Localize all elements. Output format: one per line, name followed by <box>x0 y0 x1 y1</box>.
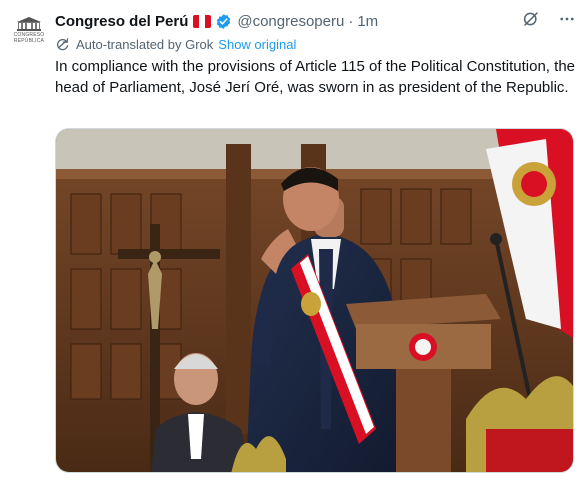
congress-logo-icon <box>17 17 41 31</box>
verified-badge-icon[interactable] <box>215 13 232 30</box>
avatar-caption-line2: REPÚBLICA <box>13 38 45 44</box>
separator-dot: · <box>348 12 354 30</box>
swearing-in-photo <box>56 129 573 472</box>
post-image[interactable] <box>55 128 574 473</box>
post-body: In compliance with the provisions of Art… <box>55 58 575 96</box>
grok-icon[interactable] <box>522 10 540 32</box>
header-actions <box>522 10 576 32</box>
translate-icon <box>57 37 69 50</box>
author-avatar[interactable]: CONGRESO REPÚBLICA <box>11 14 47 50</box>
post-header: Congreso del Perú @congresoperu · 1m <box>55 10 576 32</box>
more-options-icon[interactable] <box>558 10 576 32</box>
author-name[interactable]: Congreso del Perú <box>55 13 188 30</box>
author-handle[interactable]: @congresoperu <box>237 13 344 30</box>
peru-flag-icon <box>193 14 212 28</box>
translation-bar: Auto-translated by Grok Show original <box>55 35 296 53</box>
show-original-link[interactable]: Show original <box>218 37 296 52</box>
post-timestamp[interactable]: 1m <box>357 13 378 30</box>
translation-note: Auto-translated by Grok <box>76 36 214 52</box>
